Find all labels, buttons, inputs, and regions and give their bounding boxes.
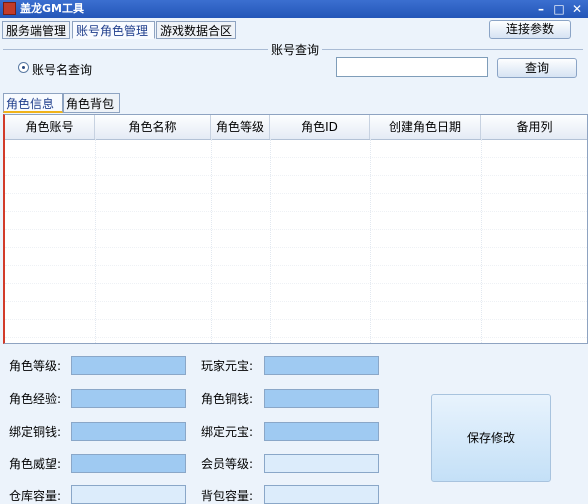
column-divider bbox=[370, 139, 371, 343]
table-row-line bbox=[5, 301, 587, 302]
role-exp-label: 角色经验: bbox=[9, 392, 62, 406]
role-copper-field[interactable] bbox=[264, 389, 379, 408]
title-bar: 盖龙GM工具 – □ ✕ bbox=[0, 0, 588, 18]
column-divider bbox=[211, 139, 212, 343]
bag-capacity-field[interactable] bbox=[264, 485, 379, 504]
player-ingot-field[interactable] bbox=[264, 356, 379, 375]
table-row-line bbox=[5, 265, 587, 266]
warehouse-capacity-field[interactable] bbox=[71, 485, 186, 504]
account-name-radio-label[interactable]: 账号名查询 bbox=[32, 61, 92, 78]
tab-server-management[interactable]: 服务端管理 bbox=[2, 21, 70, 39]
table-row-line bbox=[5, 193, 587, 194]
vip-level-field[interactable] bbox=[264, 454, 379, 473]
role-exp-field[interactable] bbox=[71, 389, 186, 408]
account-query-input[interactable] bbox=[336, 57, 488, 77]
table-row-line bbox=[5, 337, 587, 338]
bound-copper-label: 绑定铜钱: bbox=[9, 425, 62, 439]
table-row-line bbox=[5, 247, 587, 248]
bag-capacity-label: 背包容量: bbox=[201, 489, 254, 503]
col-header-role-account[interactable]: 角色账号 bbox=[5, 115, 95, 139]
save-changes-button[interactable]: 保存修改 bbox=[431, 394, 551, 482]
account-query-title: 账号查询 bbox=[268, 41, 323, 58]
tab-role-info[interactable]: 角色信息 bbox=[3, 93, 63, 113]
table-row-line bbox=[5, 319, 587, 320]
table-row-line bbox=[5, 283, 587, 284]
role-prestige-field[interactable] bbox=[71, 454, 186, 473]
maximize-button[interactable]: □ bbox=[551, 1, 567, 17]
column-divider bbox=[95, 139, 96, 343]
minimize-button[interactable]: – bbox=[533, 1, 549, 17]
col-header-role-level[interactable]: 角色等级 bbox=[211, 115, 270, 139]
col-header-spare[interactable]: 备用列 bbox=[481, 115, 587, 139]
table-row-line bbox=[5, 229, 587, 230]
role-prestige-label: 角色威望: bbox=[9, 457, 62, 471]
role-copper-label: 角色铜钱: bbox=[201, 392, 254, 406]
app-icon bbox=[3, 2, 16, 15]
vip-level-label: 会员等级: bbox=[201, 457, 254, 471]
tab-role-bag[interactable]: 角色背包 bbox=[63, 93, 120, 113]
col-header-role-name[interactable]: 角色名称 bbox=[95, 115, 211, 139]
window-title: 盖龙GM工具 bbox=[20, 2, 84, 15]
table-header: 角色账号 角色名称 角色等级 角色ID 创建角色日期 备用列 bbox=[5, 115, 587, 140]
table-row-line bbox=[5, 157, 587, 158]
role-level-field[interactable] bbox=[71, 356, 186, 375]
query-button[interactable]: 查询 bbox=[497, 58, 577, 78]
role-table[interactable]: 角色账号 角色名称 角色等级 角色ID 创建角色日期 备用列 bbox=[3, 114, 588, 344]
role-level-label: 角色等级: bbox=[9, 359, 62, 373]
column-divider bbox=[270, 139, 271, 343]
bound-copper-field[interactable] bbox=[71, 422, 186, 441]
warehouse-capacity-label: 仓库容量: bbox=[9, 489, 62, 503]
tab-game-data-merge[interactable]: 游戏数据合区 bbox=[156, 21, 236, 39]
connection-params-button[interactable]: 连接参数 bbox=[489, 20, 571, 39]
bound-ingot-field[interactable] bbox=[264, 422, 379, 441]
table-row-line bbox=[5, 211, 587, 212]
tab-account-role-management[interactable]: 账号角色管理 bbox=[72, 21, 155, 39]
col-header-role-id[interactable]: 角色ID bbox=[270, 115, 370, 139]
radio-selected-dot bbox=[22, 66, 25, 69]
table-row-line bbox=[5, 175, 587, 176]
account-name-radio[interactable] bbox=[18, 62, 29, 73]
player-ingot-label: 玩家元宝: bbox=[201, 359, 254, 373]
column-divider bbox=[481, 139, 482, 343]
bound-ingot-label: 绑定元宝: bbox=[201, 425, 254, 439]
close-button[interactable]: ✕ bbox=[569, 1, 585, 17]
col-header-create-date[interactable]: 创建角色日期 bbox=[370, 115, 481, 139]
